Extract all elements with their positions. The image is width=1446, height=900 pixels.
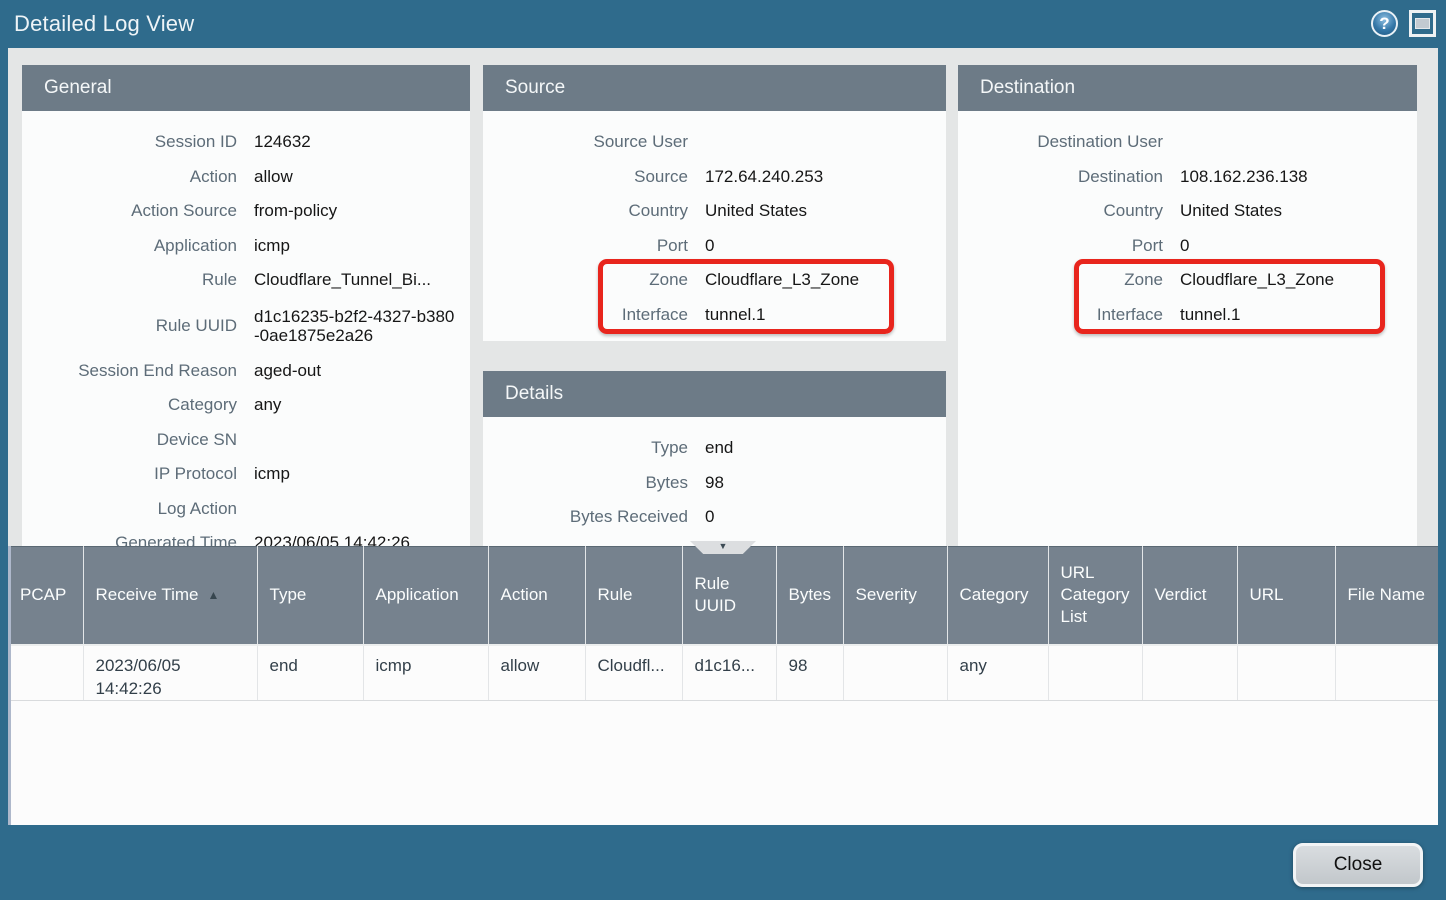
cell-severity [843, 645, 947, 701]
detailed-log-view-dialog: Detailed Log View ? General Session ID12… [0, 0, 1446, 900]
cell-pcap [8, 645, 83, 701]
dialog-title: Detailed Log View [14, 0, 194, 48]
sort-ascending-icon: ▲ [207, 584, 219, 606]
column-header-pcap[interactable]: PCAP [8, 547, 83, 645]
field-destination-country: CountryUnited States [958, 194, 1417, 229]
destination-zone-highlight-box [1074, 259, 1385, 334]
field-generated-time: Generated Time2023/06/05 14:42:26 [22, 526, 470, 546]
cell-application: icmp [363, 645, 488, 701]
cell-type: end [257, 645, 363, 701]
field-application: Applicationicmp [22, 229, 470, 264]
column-header-type[interactable]: Type [257, 547, 363, 645]
field-action: Actionallow [22, 160, 470, 195]
cell-url [1237, 645, 1335, 701]
field-action-source: Action Sourcefrom-policy [22, 194, 470, 229]
details-panel: Details Typeend Bytes98 Bytes Received0 [483, 371, 946, 546]
log-entries-table: PCAP Receive Time▲ Type Application Acti… [8, 546, 1438, 701]
close-button[interactable]: Close [1293, 843, 1423, 887]
general-panel: General Session ID124632 Actionallow Act… [22, 65, 470, 546]
window-restore-icon[interactable] [1409, 10, 1436, 37]
field-session-end-reason: Session End Reasonaged-out [22, 354, 470, 389]
column-header-verdict[interactable]: Verdict [1142, 547, 1237, 645]
field-bytes-received: Bytes Received0 [483, 500, 946, 535]
cell-verdict [1142, 645, 1237, 701]
field-source-country: CountryUnited States [483, 194, 946, 229]
column-header-application[interactable]: Application [363, 547, 488, 645]
dialog-titlebar: Detailed Log View ? [0, 0, 1446, 48]
column-header-url[interactable]: URL [1237, 547, 1335, 645]
help-icon[interactable]: ? [1371, 10, 1398, 37]
cell-file-name [1335, 645, 1438, 701]
field-source-user: Source User [483, 125, 946, 160]
cell-rule-uuid: d1c16... [682, 645, 776, 701]
field-type: Typeend [483, 431, 946, 466]
field-bytes: Bytes98 [483, 466, 946, 501]
cell-url-category-list [1048, 645, 1142, 701]
column-header-bytes[interactable]: Bytes [776, 547, 843, 645]
table-header-row: PCAP Receive Time▲ Type Application Acti… [8, 547, 1438, 645]
details-panel-body: Typeend Bytes98 Bytes Received0 [483, 417, 946, 546]
column-header-severity[interactable]: Severity [843, 547, 947, 645]
field-device-sn: Device SN [22, 423, 470, 458]
column-header-action[interactable]: Action [488, 547, 585, 645]
cell-action: allow [488, 645, 585, 701]
titlebar-icons: ? [1371, 10, 1436, 37]
column-header-category[interactable]: Category [947, 547, 1048, 645]
field-destination-user: Destination User [958, 125, 1417, 160]
log-table-row[interactable]: 2023/06/05 14:42:26 end icmp allow Cloud… [8, 645, 1438, 701]
cell-rule: Cloudfl... [585, 645, 682, 701]
column-header-rule[interactable]: Rule [585, 547, 682, 645]
general-panel-header: General [22, 65, 470, 111]
column-header-rule-uuid[interactable]: Rule UUID [682, 547, 776, 645]
field-destination-port: Port0 [958, 229, 1417, 264]
field-session-id: Session ID124632 [22, 125, 470, 160]
field-destination: Destination108.162.236.138 [958, 160, 1417, 195]
field-rule: RuleCloudflare_Tunnel_Bi... [22, 263, 470, 298]
source-panel-header: Source [483, 65, 946, 111]
field-category: Categoryany [22, 388, 470, 423]
field-log-action: Log Action [22, 492, 470, 527]
chevron-down-icon: ▼ [719, 541, 728, 551]
log-detail-content: General Session ID124632 Actionallow Act… [8, 48, 1438, 546]
field-rule-uuid: Rule UUIDd1c16235-b2f2-4327-b380-0ae1875… [22, 298, 470, 354]
window-restore-icon-inner [1415, 18, 1430, 29]
source-zone-highlight-box [598, 259, 894, 334]
column-header-url-category-list[interactable]: URL Category List [1048, 547, 1142, 645]
log-entries-table-section: PCAP Receive Time▲ Type Application Acti… [8, 546, 1438, 825]
details-panel-header: Details [483, 371, 946, 417]
destination-panel-header: Destination [958, 65, 1417, 111]
cell-category: any [947, 645, 1048, 701]
cell-receive-time: 2023/06/05 14:42:26 [83, 645, 257, 701]
field-source: Source172.64.240.253 [483, 160, 946, 195]
field-ip-protocol: IP Protocolicmp [22, 457, 470, 492]
column-header-receive-time[interactable]: Receive Time▲ [83, 547, 257, 645]
column-header-file-name[interactable]: File Name [1335, 547, 1438, 645]
field-source-port: Port0 [483, 229, 946, 264]
cell-bytes: 98 [776, 645, 843, 701]
general-panel-body: Session ID124632 Actionallow Action Sour… [22, 111, 470, 546]
